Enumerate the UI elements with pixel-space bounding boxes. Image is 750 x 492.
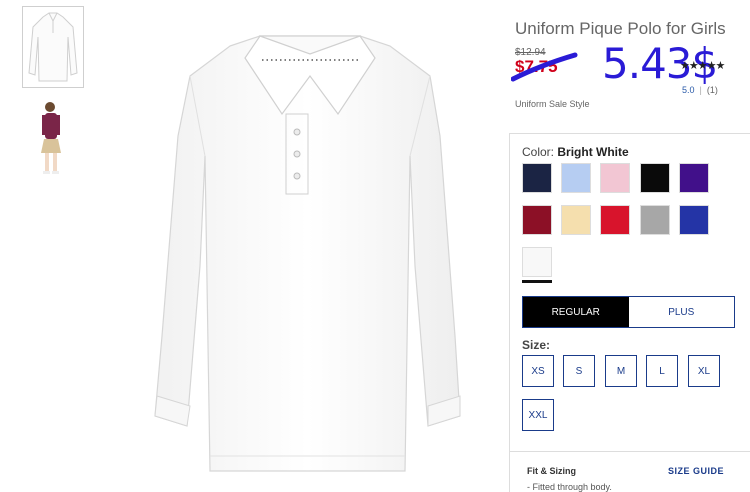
fit-sizing-section: Fit & Sizing SIZE GUIDE - Fitted through…: [510, 451, 750, 492]
swatch-yellow[interactable]: [561, 205, 591, 235]
fit-toggle: REGULAR PLUS: [522, 296, 735, 328]
swatch-purple[interactable]: [679, 163, 709, 193]
rating-count: (1): [706, 85, 718, 95]
size-xs-button[interactable]: XS: [522, 355, 554, 387]
product-title: Uniform Pique Polo for Girls: [515, 19, 726, 38]
size-xxl-button[interactable]: XXL: [522, 399, 554, 431]
rating-value: 5.0: [682, 85, 695, 95]
swatch-heather-gray[interactable]: [640, 205, 670, 235]
polo-thumbnail-image: [28, 12, 78, 82]
size-s-button[interactable]: S: [563, 355, 595, 387]
fit-regular-button[interactable]: REGULAR: [523, 297, 629, 327]
color-label-text: Color:: [522, 145, 555, 159]
price-row: $12.94 $7.75 5.43$ ★★★★★ 5.0 | (1) Uniform…: [511, 39, 750, 109]
product-image: [110, 16, 515, 486]
rating-divider: |: [699, 85, 702, 95]
rating-stars[interactable]: ★★★★★: [680, 59, 725, 72]
model-thumbnail-image: [41, 102, 61, 174]
swatch-bright-white[interactable]: [522, 247, 552, 277]
thumbnail-polo[interactable]: [22, 6, 84, 88]
fit-sizing-title: Fit & Sizing: [527, 466, 576, 476]
swatch-red[interactable]: [600, 205, 630, 235]
selected-swatch-indicator: [522, 280, 552, 283]
size-l-button[interactable]: L: [646, 355, 678, 387]
fit-plus-button[interactable]: PLUS: [628, 297, 734, 327]
size-xl-button[interactable]: XL: [688, 355, 720, 387]
product-info: Uniform Pique Polo for Girls $12.94 $7.7…: [511, 16, 750, 109]
sale-style-label: Uniform Sale Style: [515, 99, 590, 109]
options-panel: Color: Bright White REGULAR PLUS Size: X…: [509, 133, 750, 492]
size-guide-link[interactable]: SIZE GUIDE: [668, 466, 724, 476]
polo-shirt-image: [154, 35, 461, 472]
size-label: Size:: [522, 338, 551, 352]
color-label: Color: Bright White: [522, 145, 629, 159]
swatch-royal-blue[interactable]: [679, 205, 709, 235]
price-strikethrough-mark: [511, 52, 578, 82]
thumbnail-model[interactable]: [22, 96, 84, 178]
swatch-light-blue[interactable]: [561, 163, 591, 193]
selected-color-name: Bright White: [557, 145, 629, 159]
swatch-black[interactable]: [640, 163, 670, 193]
size-m-button[interactable]: M: [605, 355, 637, 387]
rating-summary[interactable]: 5.0 | (1): [682, 85, 718, 95]
thumbnail-list: [22, 6, 86, 186]
swatch-navy[interactable]: [522, 163, 552, 193]
swatch-pink[interactable]: [600, 163, 630, 193]
fit-sizing-note: - Fitted through body.: [527, 482, 612, 492]
swatch-burgundy[interactable]: [522, 205, 552, 235]
